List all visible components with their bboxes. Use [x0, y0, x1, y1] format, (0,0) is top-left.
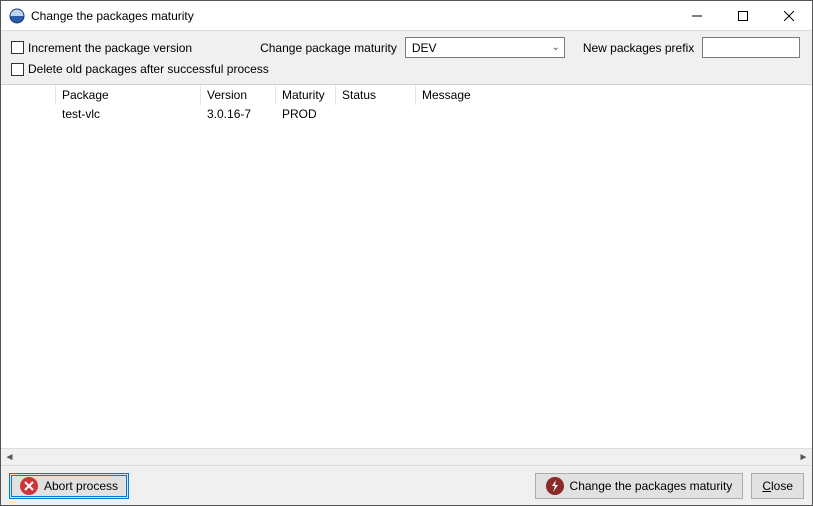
table-row[interactable]: test-vlc 3.0.16-7 PROD	[1, 105, 812, 122]
close-button[interactable]: Close	[751, 473, 804, 499]
delete-old-label: Delete old packages after successful pro…	[28, 62, 269, 76]
checkbox-icon	[11, 41, 24, 54]
abort-icon	[20, 477, 38, 495]
footer: Abort process Change the packages maturi…	[1, 465, 812, 505]
scroll-track[interactable]	[18, 449, 795, 465]
prefix-input[interactable]	[702, 37, 800, 58]
table-body: test-vlc 3.0.16-7 PROD	[1, 105, 812, 448]
chevron-down-icon: ⌄	[551, 42, 559, 53]
maximize-button[interactable]	[720, 1, 766, 30]
header-version[interactable]: Version	[201, 85, 276, 105]
cell-maturity: PROD	[276, 107, 336, 121]
options-panel: Increment the package version Change pac…	[1, 31, 812, 85]
delete-old-checkbox[interactable]: Delete old packages after successful pro…	[11, 62, 802, 76]
change-maturity-button[interactable]: Change the packages maturity	[535, 473, 744, 499]
checkbox-icon	[11, 63, 24, 76]
close-window-button[interactable]	[766, 1, 812, 30]
cell-package: test-vlc	[56, 107, 201, 121]
packages-table: Package Version Maturity Status Message …	[1, 85, 812, 465]
horizontal-scrollbar[interactable]: ◄ ►	[1, 448, 812, 465]
increment-checkbox[interactable]: Increment the package version	[11, 41, 192, 55]
lightning-icon	[546, 477, 564, 495]
window-title: Change the packages maturity	[31, 9, 674, 23]
minimize-button[interactable]	[674, 1, 720, 30]
prefix-label: New packages prefix	[583, 41, 694, 55]
header-message[interactable]: Message	[416, 85, 812, 105]
change-maturity-label: Change package maturity	[260, 41, 397, 55]
maturity-combobox[interactable]: DEV ⌄	[405, 37, 565, 58]
maturity-value: DEV	[412, 41, 437, 55]
scroll-left-icon[interactable]: ◄	[1, 449, 18, 465]
header-status[interactable]: Status	[336, 85, 416, 105]
increment-label: Increment the package version	[28, 41, 192, 55]
scroll-right-icon[interactable]: ►	[795, 449, 812, 465]
titlebar: Change the packages maturity	[1, 1, 812, 31]
header-maturity[interactable]: Maturity	[276, 85, 336, 105]
close-label: Close	[762, 479, 793, 493]
table-header: Package Version Maturity Status Message	[1, 85, 812, 105]
app-icon	[9, 8, 25, 24]
header-icon-col[interactable]	[1, 85, 56, 105]
abort-button[interactable]: Abort process	[9, 473, 129, 499]
header-package[interactable]: Package	[56, 85, 201, 105]
change-maturity-btn-label: Change the packages maturity	[570, 479, 733, 493]
cell-version: 3.0.16-7	[201, 107, 276, 121]
abort-label: Abort process	[44, 479, 118, 493]
window-controls	[674, 1, 812, 30]
